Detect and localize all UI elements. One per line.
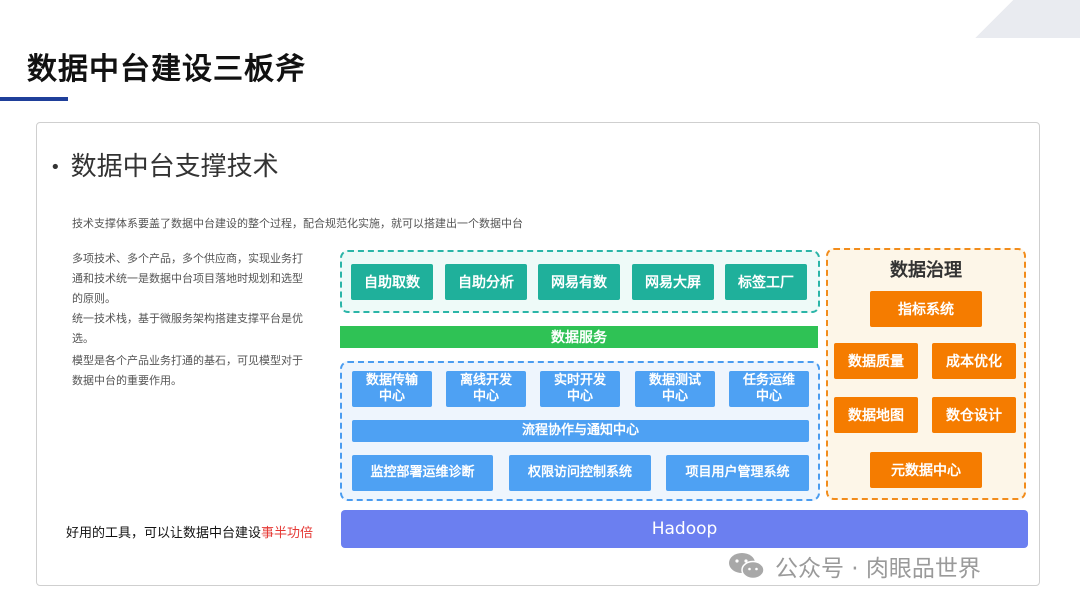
system-box: 项目用户管理系统 bbox=[666, 455, 809, 491]
corner-decoration bbox=[900, 0, 1080, 38]
dev-center-line1: 数据传输 bbox=[365, 373, 418, 388]
bottom-note-text: 好用的工具，可以让数据中台建设 bbox=[66, 526, 262, 541]
dev-center-line1: 实时开发 bbox=[553, 373, 606, 388]
governance-title: 数据治理 bbox=[890, 260, 962, 281]
bullet-icon: • bbox=[50, 157, 61, 178]
section-heading: • 数据中台支撑技术 bbox=[50, 146, 279, 183]
data-service-bar: 数据服务 bbox=[340, 326, 818, 348]
dev-center-line2: 中心 bbox=[566, 389, 593, 404]
dev-center-line1: 任务运维 bbox=[742, 373, 795, 388]
dev-center-box: 数据测试 中心 bbox=[635, 371, 715, 407]
governance-item: 数据质量 bbox=[834, 343, 918, 379]
dev-center-line1: 数据测试 bbox=[648, 373, 701, 388]
dev-center-line2: 中心 bbox=[378, 389, 405, 404]
tool-box: 标签工厂 bbox=[725, 264, 807, 300]
system-box: 监控部署运维诊断 bbox=[352, 455, 493, 491]
flow-center-bar: 流程协作与通知中心 bbox=[352, 420, 809, 442]
bottom-note-highlight: 事半功倍 bbox=[261, 526, 314, 541]
governance-item: 元数据中心 bbox=[870, 452, 982, 488]
side-paragraph: 多项技术、多个产品，多个供应商，实现业务打通和技术统一是数据中台项目落地时规划和… bbox=[72, 252, 303, 305]
page-title: 数据中台建设三板斧 bbox=[27, 52, 306, 87]
dev-center-box: 数据传输 中心 bbox=[352, 371, 432, 407]
tool-box: 网易有数 bbox=[538, 264, 620, 300]
dev-center-line2: 中心 bbox=[661, 389, 688, 404]
governance-item: 数据地图 bbox=[834, 397, 918, 433]
dev-center-line2: 中心 bbox=[472, 389, 499, 404]
side-paragraph: 统一技术栈，基于微服务架构搭建支撑平台是优选。 bbox=[72, 312, 303, 345]
dev-center-line2: 中心 bbox=[755, 389, 782, 404]
hadoop-bar: Hadoop bbox=[341, 510, 1028, 548]
wechat-icon bbox=[729, 553, 765, 580]
tool-box: 网易大屏 bbox=[632, 264, 714, 300]
tool-box: 自助分析 bbox=[445, 264, 527, 300]
dev-center-box: 离线开发 中心 bbox=[446, 371, 526, 407]
dev-center-box: 实时开发 中心 bbox=[540, 371, 620, 407]
section-heading-text: 数据中台支撑技术 bbox=[70, 152, 279, 182]
system-box: 权限访问控制系统 bbox=[509, 455, 651, 491]
intro-text: 技术支撑体系要盖了数据中台建设的整个过程，配合规范化实施，就可以搭建出一个数据中… bbox=[72, 217, 523, 230]
governance-item: 数仓设计 bbox=[932, 397, 1016, 433]
governance-item: 指标系统 bbox=[870, 291, 982, 327]
dev-center-line1: 离线开发 bbox=[459, 373, 512, 388]
governance-item: 成本优化 bbox=[932, 343, 1016, 379]
watermark-text: 公众号 · 肉眼品世界 bbox=[775, 556, 981, 582]
dev-center-box: 任务运维 中心 bbox=[729, 371, 809, 407]
bottom-note: 好用的工具，可以让数据中台建设事半功倍 bbox=[66, 522, 313, 541]
watermark: 公众号 · 肉眼品世界 bbox=[727, 549, 981, 583]
side-paragraph: 模型是各个产品业务打通的基石，可见模型对于数据中台的重要作用。 bbox=[72, 354, 303, 387]
tool-box: 自助取数 bbox=[351, 264, 433, 300]
title-underline bbox=[0, 97, 68, 101]
